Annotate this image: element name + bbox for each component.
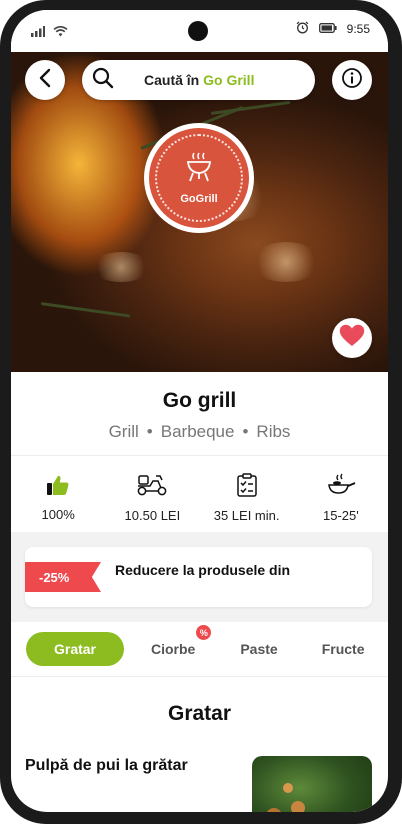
screen: 9:55 Caută în Go Grill GoGrill Go grill … — [11, 10, 388, 812]
restaurant-name: Go grill — [162, 389, 237, 412]
signal-icon — [31, 24, 45, 42]
rating-stat: 100% — [13, 465, 103, 531]
restaurant-stats: 100% 10.50 LEI 35 LEI min. 15-25' — [11, 465, 388, 531]
status-time: 9:55 — [346, 22, 370, 36]
search-icon — [92, 67, 114, 94]
promo-card[interactable]: -25% Reducere la produsele din — [25, 547, 372, 607]
thumbs-up-icon — [46, 474, 70, 501]
cooking-pan-icon — [326, 473, 356, 502]
stat-value: 15-25' — [323, 508, 359, 523]
search-brand: Go Grill — [203, 72, 255, 88]
tab-fructe[interactable]: Fructe — [322, 641, 365, 657]
tab-paste[interactable]: Paste — [240, 641, 277, 657]
wifi-icon — [53, 24, 68, 42]
category-tabs: Gratar Ciorbe % Paste Fructe — [11, 622, 388, 676]
back-button[interactable] — [25, 60, 65, 100]
delivery-fee-stat: 10.50 LEI — [107, 465, 197, 531]
divider — [11, 676, 388, 677]
promo-text: Reducere la produsele din — [115, 562, 291, 578]
tag-label: Barbeque — [160, 422, 235, 441]
tag-label: Grill — [108, 422, 139, 441]
alarm-icon — [296, 21, 309, 37]
favorite-button[interactable] — [332, 318, 372, 358]
tag-separator: • — [242, 422, 249, 441]
status-bar: 9:55 — [11, 10, 388, 52]
stat-value: 35 LEI min. — [213, 508, 280, 523]
minimum-order-stat: 35 LEI min. — [202, 465, 292, 531]
front-camera — [188, 21, 208, 41]
phone-frame: 9:55 Caută în Go Grill GoGrill Go grill … — [0, 0, 402, 824]
discount-badge-icon: % — [196, 625, 212, 640]
section-title: Gratar — [167, 702, 232, 725]
restaurant-tags: Grill • Barbeque • Ribs — [11, 422, 388, 442]
info-button[interactable] — [332, 60, 372, 100]
heart-icon — [339, 324, 365, 352]
discount-badge: -25% — [25, 562, 101, 592]
stat-value: 100% — [41, 507, 75, 522]
tab-gratar[interactable]: Gratar — [26, 632, 124, 666]
tab-label: Ciorbe — [151, 641, 196, 657]
restaurant-logo: GoGrill — [144, 123, 254, 233]
divider — [11, 455, 388, 456]
product-name[interactable]: Pulpă de pui la grătar — [25, 757, 188, 775]
search-bar[interactable]: Caută în Go Grill — [82, 60, 315, 100]
chevron-left-icon — [38, 68, 52, 93]
delivery-scooter-icon — [136, 473, 168, 502]
tag-label: Ribs — [256, 422, 291, 441]
info-icon — [341, 67, 363, 94]
product-image[interactable] — [252, 756, 372, 812]
stat-value: 10.50 LEI — [124, 508, 181, 523]
tag-separator: • — [146, 422, 153, 441]
battery-icon — [318, 22, 337, 36]
tab-ciorbe[interactable]: Ciorbe % — [151, 625, 212, 657]
prep-time-stat: 15-25' — [296, 465, 386, 531]
checklist-icon — [236, 473, 258, 502]
promo-section: -25% Reducere la produsele din — [11, 532, 388, 622]
search-placeholder: Caută în Go Grill — [144, 72, 255, 88]
